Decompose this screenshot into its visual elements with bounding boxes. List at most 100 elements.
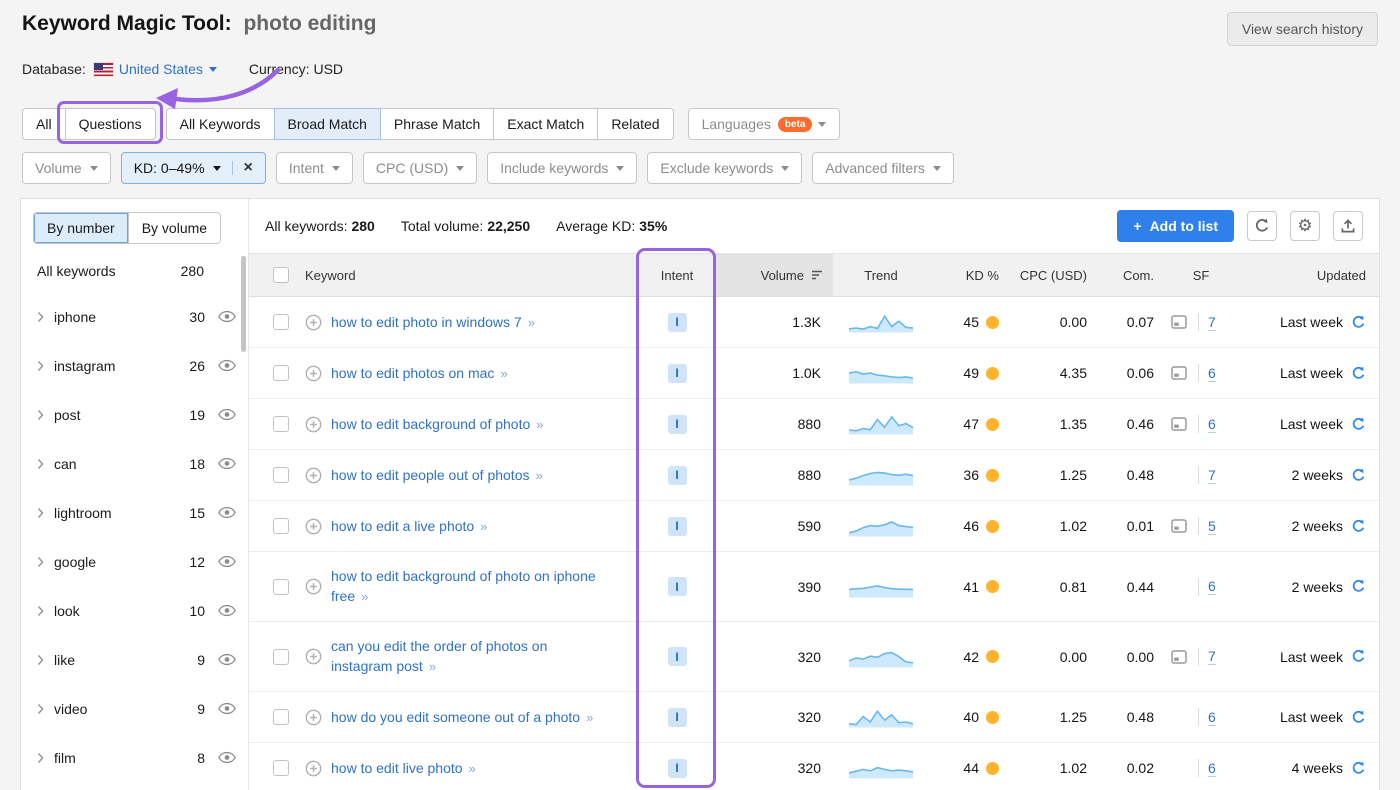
database-select[interactable]: United States [119,61,217,77]
refresh-row-icon[interactable] [1351,761,1366,776]
sf-link[interactable]: 6 [1208,709,1216,726]
sf-link[interactable]: 6 [1208,416,1216,433]
keyword-link[interactable]: can you edit the order of photos on inst… [331,638,547,674]
column-header-kd[interactable]: KD % [929,254,1005,296]
sidebar-item-film[interactable]: film 8 [21,733,248,782]
sidebar-item-can[interactable]: can 18 [21,439,248,488]
keyword-link[interactable]: how to edit photo in windows 7 [331,314,522,330]
select-all-checkbox[interactable] [273,267,289,283]
expand-keyword-icon[interactable]: » [480,519,486,534]
row-checkbox[interactable] [273,365,289,381]
refresh-row-icon[interactable] [1351,710,1366,725]
tab-questions[interactable]: Questions [65,108,156,140]
sf-link[interactable]: 6 [1208,578,1216,595]
expand-keyword-icon[interactable]: » [469,761,475,776]
sf-link[interactable]: 7 [1208,314,1216,331]
filter-include-keywords[interactable]: Include keywords [487,152,637,184]
expand-keyword-icon[interactable]: » [586,710,592,725]
row-checkbox[interactable] [273,416,289,432]
tab-exact-match[interactable]: Exact Match [493,108,598,140]
eye-icon[interactable] [218,751,236,764]
export-button[interactable] [1333,211,1363,241]
add-keyword-icon[interactable] [305,365,322,382]
sf-link[interactable]: 5 [1208,518,1216,535]
toggle-by-volume[interactable]: By volume [128,213,220,243]
filter-volume[interactable]: Volume [22,152,111,184]
toggle-by-number[interactable]: By number [34,213,128,243]
column-header-trend[interactable]: Trend [833,254,929,296]
column-header-updated[interactable]: Updated [1242,254,1380,296]
eye-icon[interactable] [218,555,236,568]
sf-link[interactable]: 7 [1208,467,1216,484]
keyword-link[interactable]: how to edit live photo [331,760,463,776]
column-header-com[interactable]: Com. [1095,254,1160,296]
add-to-list-button[interactable]: + Add to list [1117,210,1234,242]
expand-keyword-icon[interactable]: » [535,468,541,483]
expand-keyword-icon[interactable]: » [528,315,534,330]
keyword-link[interactable]: how to edit background of photo [331,416,530,432]
sf-link[interactable]: 6 [1208,365,1216,382]
sidebar-item-video[interactable]: video 9 [21,684,248,733]
column-header-intent[interactable]: Intent [641,254,713,296]
refresh-row-icon[interactable] [1351,366,1366,381]
tab-all[interactable]: All [22,108,66,140]
filter-advanced-filters[interactable]: Advanced filters [812,152,954,184]
refresh-row-icon[interactable] [1351,519,1366,534]
keyword-link[interactable]: how to edit background of photo on iphon… [331,568,596,604]
column-header-sf[interactable]: SF [1160,254,1242,296]
filter-exclude-keywords[interactable]: Exclude keywords [647,152,802,184]
tab-related[interactable]: Related [597,108,673,140]
refresh-row-icon[interactable] [1351,468,1366,483]
eye-icon[interactable] [218,604,236,617]
add-keyword-icon[interactable] [305,760,322,777]
sidebar-item-lightroom[interactable]: lightroom 15 [21,488,248,537]
refresh-row-icon[interactable] [1351,579,1366,594]
settings-button[interactable]: ⚙ [1290,211,1320,241]
languages-dropdown[interactable]: Languages beta [688,108,841,140]
eye-icon[interactable] [218,457,236,470]
add-keyword-icon[interactable] [305,578,322,595]
eye-icon[interactable] [218,408,236,421]
sf-link[interactable]: 7 [1208,648,1216,665]
keyword-link[interactable]: how do you edit someone out of a photo [331,709,580,725]
expand-keyword-icon[interactable]: » [429,659,435,674]
row-checkbox[interactable] [273,649,289,665]
add-keyword-icon[interactable] [305,648,322,665]
column-header-cpc[interactable]: CPC (USD) [1005,254,1095,296]
refresh-button[interactable] [1247,211,1277,241]
filter-cpc-usd[interactable]: CPC (USD) [363,152,477,184]
view-search-history-button[interactable]: View search history [1227,12,1378,46]
column-header-volume[interactable]: Volume [713,254,833,296]
row-checkbox[interactable] [273,467,289,483]
add-keyword-icon[interactable] [305,709,322,726]
eye-icon[interactable] [218,359,236,372]
keyword-link[interactable]: how to edit people out of photos [331,467,529,483]
tab-phrase-match[interactable]: Phrase Match [380,108,494,140]
expand-keyword-icon[interactable]: » [500,366,506,381]
keyword-link[interactable]: how to edit a live photo [331,518,474,534]
sidebar-item-like[interactable]: like 9 [21,635,248,684]
expand-keyword-icon[interactable]: » [361,589,367,604]
eye-icon[interactable] [218,653,236,666]
sidebar-item-look[interactable]: look 10 [21,586,248,635]
column-header-keyword[interactable]: Keyword [305,254,641,296]
add-keyword-icon[interactable] [305,314,322,331]
add-keyword-icon[interactable] [305,467,322,484]
refresh-row-icon[interactable] [1351,417,1366,432]
sidebar-item-post[interactable]: post 19 [21,390,248,439]
add-keyword-icon[interactable] [305,416,322,433]
sidebar-item-google[interactable]: google 12 [21,537,248,586]
clear-filter-button[interactable]: × [232,161,253,175]
sidebar-item-instagram[interactable]: instagram 26 [21,341,248,390]
sidebar-item-iphone[interactable]: iphone 30 [21,292,248,341]
sidebar-item-all-keywords[interactable]: All keywords 280 [21,250,248,292]
tab-broad-match[interactable]: Broad Match [274,108,381,140]
eye-icon[interactable] [218,310,236,323]
tab-all-keywords[interactable]: All Keywords [166,108,275,140]
row-checkbox[interactable] [273,760,289,776]
add-keyword-icon[interactable] [305,518,322,535]
eye-icon[interactable] [218,702,236,715]
row-checkbox[interactable] [273,709,289,725]
keyword-link[interactable]: how to edit photos on mac [331,365,494,381]
refresh-row-icon[interactable] [1351,649,1366,664]
